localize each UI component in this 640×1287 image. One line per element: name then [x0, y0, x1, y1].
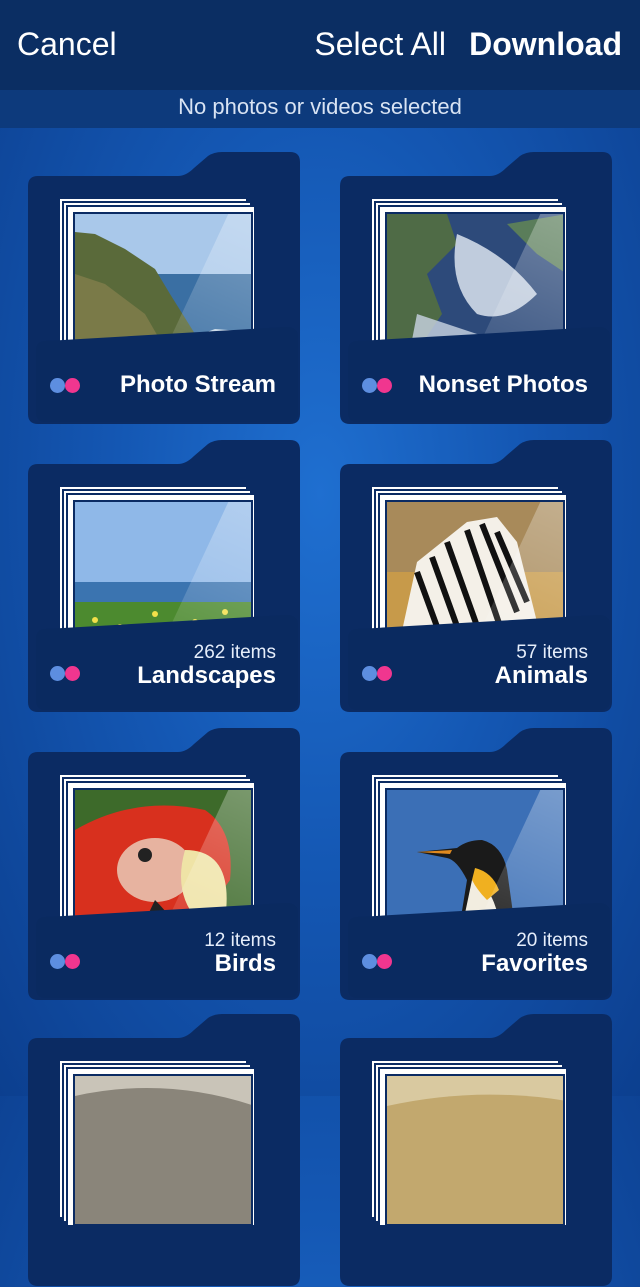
- album-partial-left[interactable]: [28, 1014, 302, 1287]
- status-dots: [362, 378, 396, 394]
- navigation-bar: Cancel Select All Download: [0, 0, 640, 90]
- album-name: Landscapes: [137, 662, 276, 689]
- download-button[interactable]: Download: [469, 24, 622, 64]
- album-name: Animals: [494, 662, 588, 689]
- album-favorites[interactable]: 20 items Favorites: [340, 728, 614, 1001]
- selection-status: No photos or videos selected: [0, 90, 640, 128]
- album-name: Birds: [214, 950, 276, 977]
- album-thumbnail: [73, 1074, 253, 1226]
- status-dots: [50, 954, 84, 970]
- album-nonset-photos[interactable]: Nonset Photos: [340, 152, 614, 425]
- select-all-button[interactable]: Select All: [314, 24, 446, 64]
- status-dots: [362, 666, 396, 682]
- status-dots: [362, 954, 396, 970]
- album-landscapes[interactable]: 262 items Landscapes: [28, 440, 302, 713]
- status-dots: [50, 666, 84, 682]
- item-count: 57 items: [516, 642, 588, 663]
- album-name: Nonset Photos: [418, 371, 588, 398]
- album-partial-right[interactable]: [340, 1014, 614, 1287]
- item-count: 20 items: [516, 930, 588, 951]
- album-name: Favorites: [481, 950, 588, 977]
- status-dots: [50, 378, 84, 394]
- album-animals[interactable]: 57 items Animals: [340, 440, 614, 713]
- album-grid: Photo Stream Nonset Photos 262 items Lan…: [0, 128, 640, 1286]
- album-name: Photo Stream: [119, 371, 276, 398]
- item-count: 262 items: [193, 642, 276, 663]
- album-photo-stream[interactable]: Photo Stream: [28, 152, 302, 425]
- photo-stack: [58, 1059, 256, 1227]
- album-thumbnail: [385, 1074, 565, 1226]
- album-birds[interactable]: 12 items Birds: [28, 728, 302, 1001]
- photo-stack: [370, 1059, 568, 1227]
- item-count: 12 items: [204, 930, 276, 951]
- cancel-button[interactable]: Cancel: [17, 24, 117, 64]
